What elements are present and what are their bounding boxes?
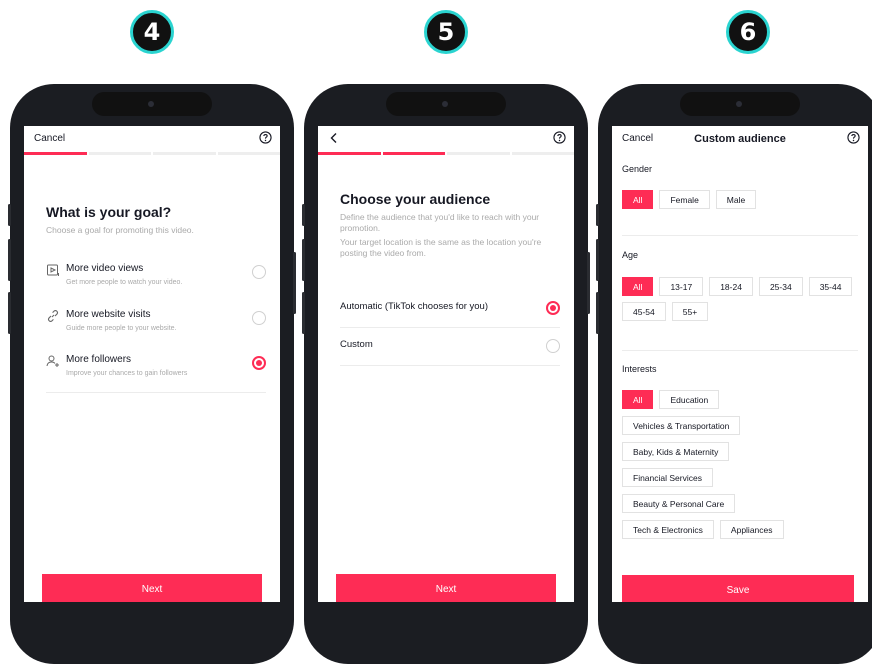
chip-gender-all[interactable]: All xyxy=(622,190,654,209)
radio-custom[interactable] xyxy=(546,339,560,353)
step-badge-5: 5 xyxy=(424,10,468,54)
option-label: Automatic (TikTok chooses for you) xyxy=(340,301,489,312)
chip-interest-appliances[interactable]: Appliances xyxy=(719,520,784,539)
age-label: Age xyxy=(622,250,639,260)
audience-description: Define the audience that you'd like to r… xyxy=(340,212,540,233)
location-note: Your target location is the same as the … xyxy=(340,237,542,258)
radio-video-views[interactable] xyxy=(252,265,266,279)
next-button[interactable]: Next xyxy=(42,574,262,602)
interests-label: Interests xyxy=(622,364,657,374)
chip-age-35-44[interactable]: 35-44 xyxy=(808,277,853,296)
audience-option-custom[interactable]: Custom xyxy=(340,339,560,357)
divider xyxy=(46,392,266,393)
option-label: More followers xyxy=(66,354,132,365)
option-description: Guide more people to your website. xyxy=(66,325,177,332)
link-icon xyxy=(47,310,59,322)
chip-interest-tech[interactable]: Tech & Electronics xyxy=(622,520,714,539)
radio-followers[interactable] xyxy=(252,356,266,370)
chip-interest-all[interactable]: All xyxy=(622,390,654,409)
phone-notch xyxy=(386,92,506,116)
phone-frame-goal: Cancel What is your goal? Choose a goal … xyxy=(8,84,296,664)
option-description: Get more people to watch your video. xyxy=(66,279,183,286)
header: Cancel xyxy=(24,126,280,152)
option-label: More website visits xyxy=(66,309,151,320)
goal-option-website-visits[interactable]: More website visits Guide more people to… xyxy=(46,309,266,335)
phone-notch xyxy=(92,92,212,116)
divider xyxy=(340,365,560,366)
step-progress xyxy=(24,152,280,155)
gender-chips: All Female Male xyxy=(622,190,858,209)
page-title: What is your goal? xyxy=(46,204,172,220)
chip-interest-education[interactable]: Education xyxy=(659,390,720,409)
chip-interest-financial[interactable]: Financial Services xyxy=(622,468,713,487)
chip-interest-baby-kids[interactable]: Baby, Kids & Maternity xyxy=(622,442,730,461)
help-icon[interactable] xyxy=(847,131,860,144)
custom-audience-screen: Cancel Custom audience Gender All Female… xyxy=(612,126,868,602)
page-title: Choose your audience xyxy=(340,191,491,207)
interest-chips: All Education Vehicles & Transportation … xyxy=(622,390,858,539)
divider xyxy=(340,327,560,328)
add-user-icon xyxy=(46,355,59,367)
chip-age-45-54[interactable]: 45-54 xyxy=(622,302,666,321)
goal-screen: Cancel What is your goal? Choose a goal … xyxy=(24,126,280,602)
chip-interest-vehicles[interactable]: Vehicles & Transportation xyxy=(622,416,741,435)
back-icon[interactable] xyxy=(328,132,340,144)
chip-age-13-17[interactable]: 13-17 xyxy=(659,277,704,296)
chip-age-all[interactable]: All xyxy=(622,277,654,296)
chip-age-25-34[interactable]: 25-34 xyxy=(758,277,803,296)
option-label: Custom xyxy=(340,339,373,350)
chip-gender-female[interactable]: Female xyxy=(659,190,710,209)
help-icon[interactable] xyxy=(553,131,566,144)
chip-gender-male[interactable]: Male xyxy=(715,190,757,209)
goal-option-video-views[interactable]: More video views Get more people to watc… xyxy=(46,263,266,289)
chip-interest-beauty[interactable]: Beauty & Personal Care xyxy=(622,494,736,513)
goal-option-followers[interactable]: More followers Improve your chances to g… xyxy=(46,354,266,380)
step-badge-4: 4 xyxy=(130,10,174,54)
audience-option-automatic[interactable]: Automatic (TikTok chooses for you) xyxy=(340,301,560,319)
phone-frame-custom-audience: Cancel Custom audience Gender All Female… xyxy=(596,84,872,664)
save-button[interactable]: Save xyxy=(622,575,854,602)
age-chips: All 13-17 18-24 25-34 35-44 45-54 55+ xyxy=(622,277,858,321)
divider xyxy=(622,350,858,351)
audience-screen: Choose your audience Define the audience… xyxy=(318,126,574,602)
phone-frame-audience: Choose your audience Define the audience… xyxy=(302,84,590,664)
option-label: More video views xyxy=(66,263,144,274)
chip-age-18-24[interactable]: 18-24 xyxy=(709,277,753,296)
help-icon[interactable] xyxy=(259,131,272,144)
step-badge-6: 6 xyxy=(726,10,770,54)
page-subtitle: Choose a goal for promoting this video. xyxy=(46,225,194,235)
gender-label: Gender xyxy=(622,164,653,174)
header: Cancel Custom audience xyxy=(612,126,868,152)
cancel-button[interactable]: Cancel xyxy=(34,133,65,144)
divider xyxy=(622,235,858,236)
cancel-button[interactable]: Cancel xyxy=(622,133,653,144)
radio-website-visits[interactable] xyxy=(252,311,266,325)
chip-age-55-plus[interactable]: 55+ xyxy=(671,302,709,321)
option-description: Improve your chances to gain followers xyxy=(66,370,188,377)
header xyxy=(318,126,574,152)
next-button[interactable]: Next xyxy=(336,574,556,602)
radio-automatic[interactable] xyxy=(546,301,560,315)
video-views-icon xyxy=(47,264,59,276)
phone-notch xyxy=(680,92,800,116)
step-progress xyxy=(318,152,574,155)
